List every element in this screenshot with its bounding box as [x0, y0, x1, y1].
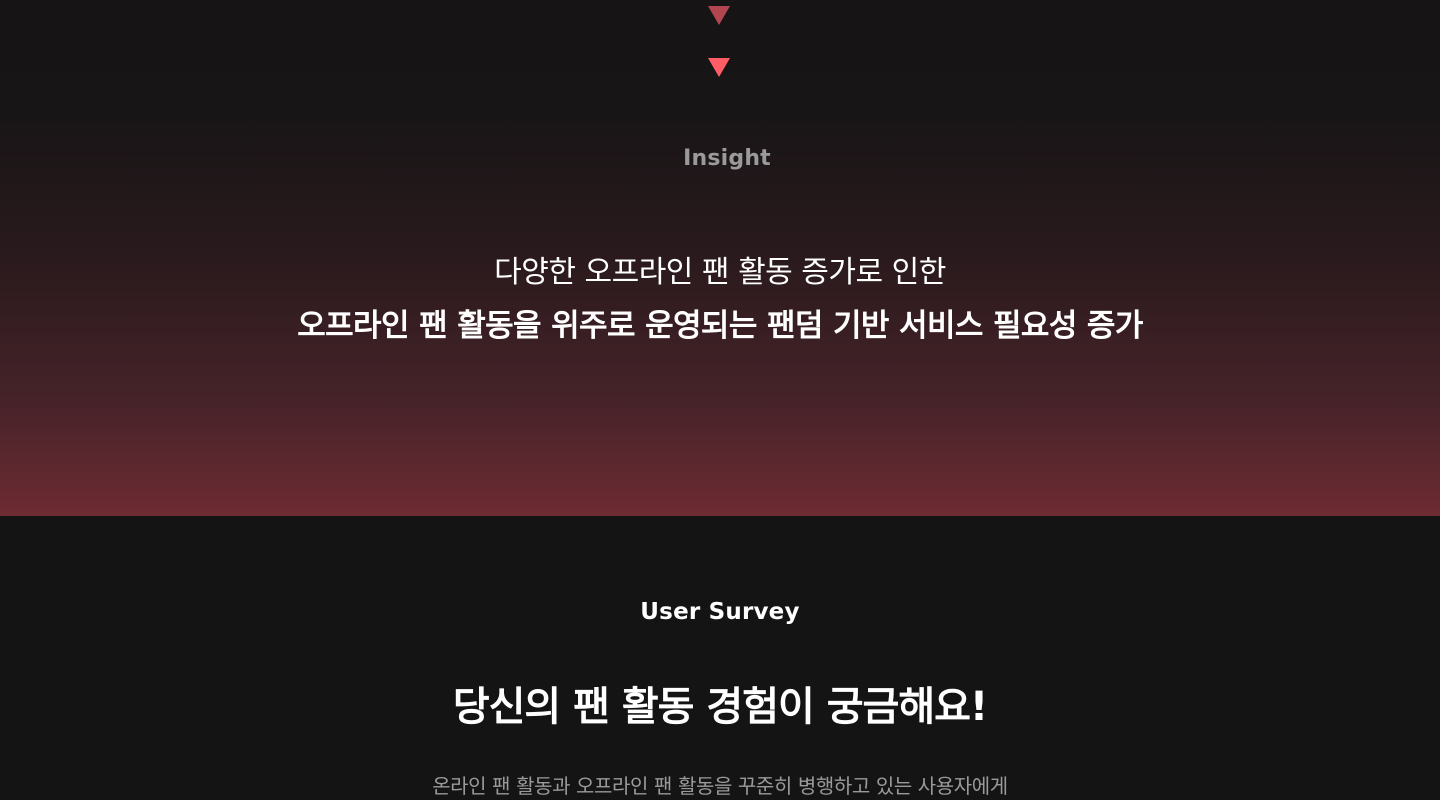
insight-statement-line-2: 오프라인 팬 활동을 위주로 운영되는 팬덤 기반 서비스 필요성 증가: [297, 308, 1143, 344]
user-survey-title: 당신의 팬 활동 경험이 궁금해요!: [452, 684, 988, 730]
down-arrow-icon: [708, 58, 730, 77]
user-survey-label: User Survey: [640, 599, 800, 625]
user-survey-description: 온라인 팬 활동과 오프라인 팬 활동을 꾸준히 병행하고 있는 사용자에게: [432, 774, 1008, 798]
insight-label: Insight: [683, 146, 771, 171]
insight-section: Insight 다양한 오프라인 팬 활동 증가로 인한 오프라인 팬 활동을 …: [0, 0, 1440, 516]
insight-statement-line-1: 다양한 오프라인 팬 활동 증가로 인한: [494, 255, 946, 290]
down-arrow-icon: [708, 6, 730, 25]
page: Insight 다양한 오프라인 팬 활동 증가로 인한 오프라인 팬 활동을 …: [0, 0, 1440, 800]
